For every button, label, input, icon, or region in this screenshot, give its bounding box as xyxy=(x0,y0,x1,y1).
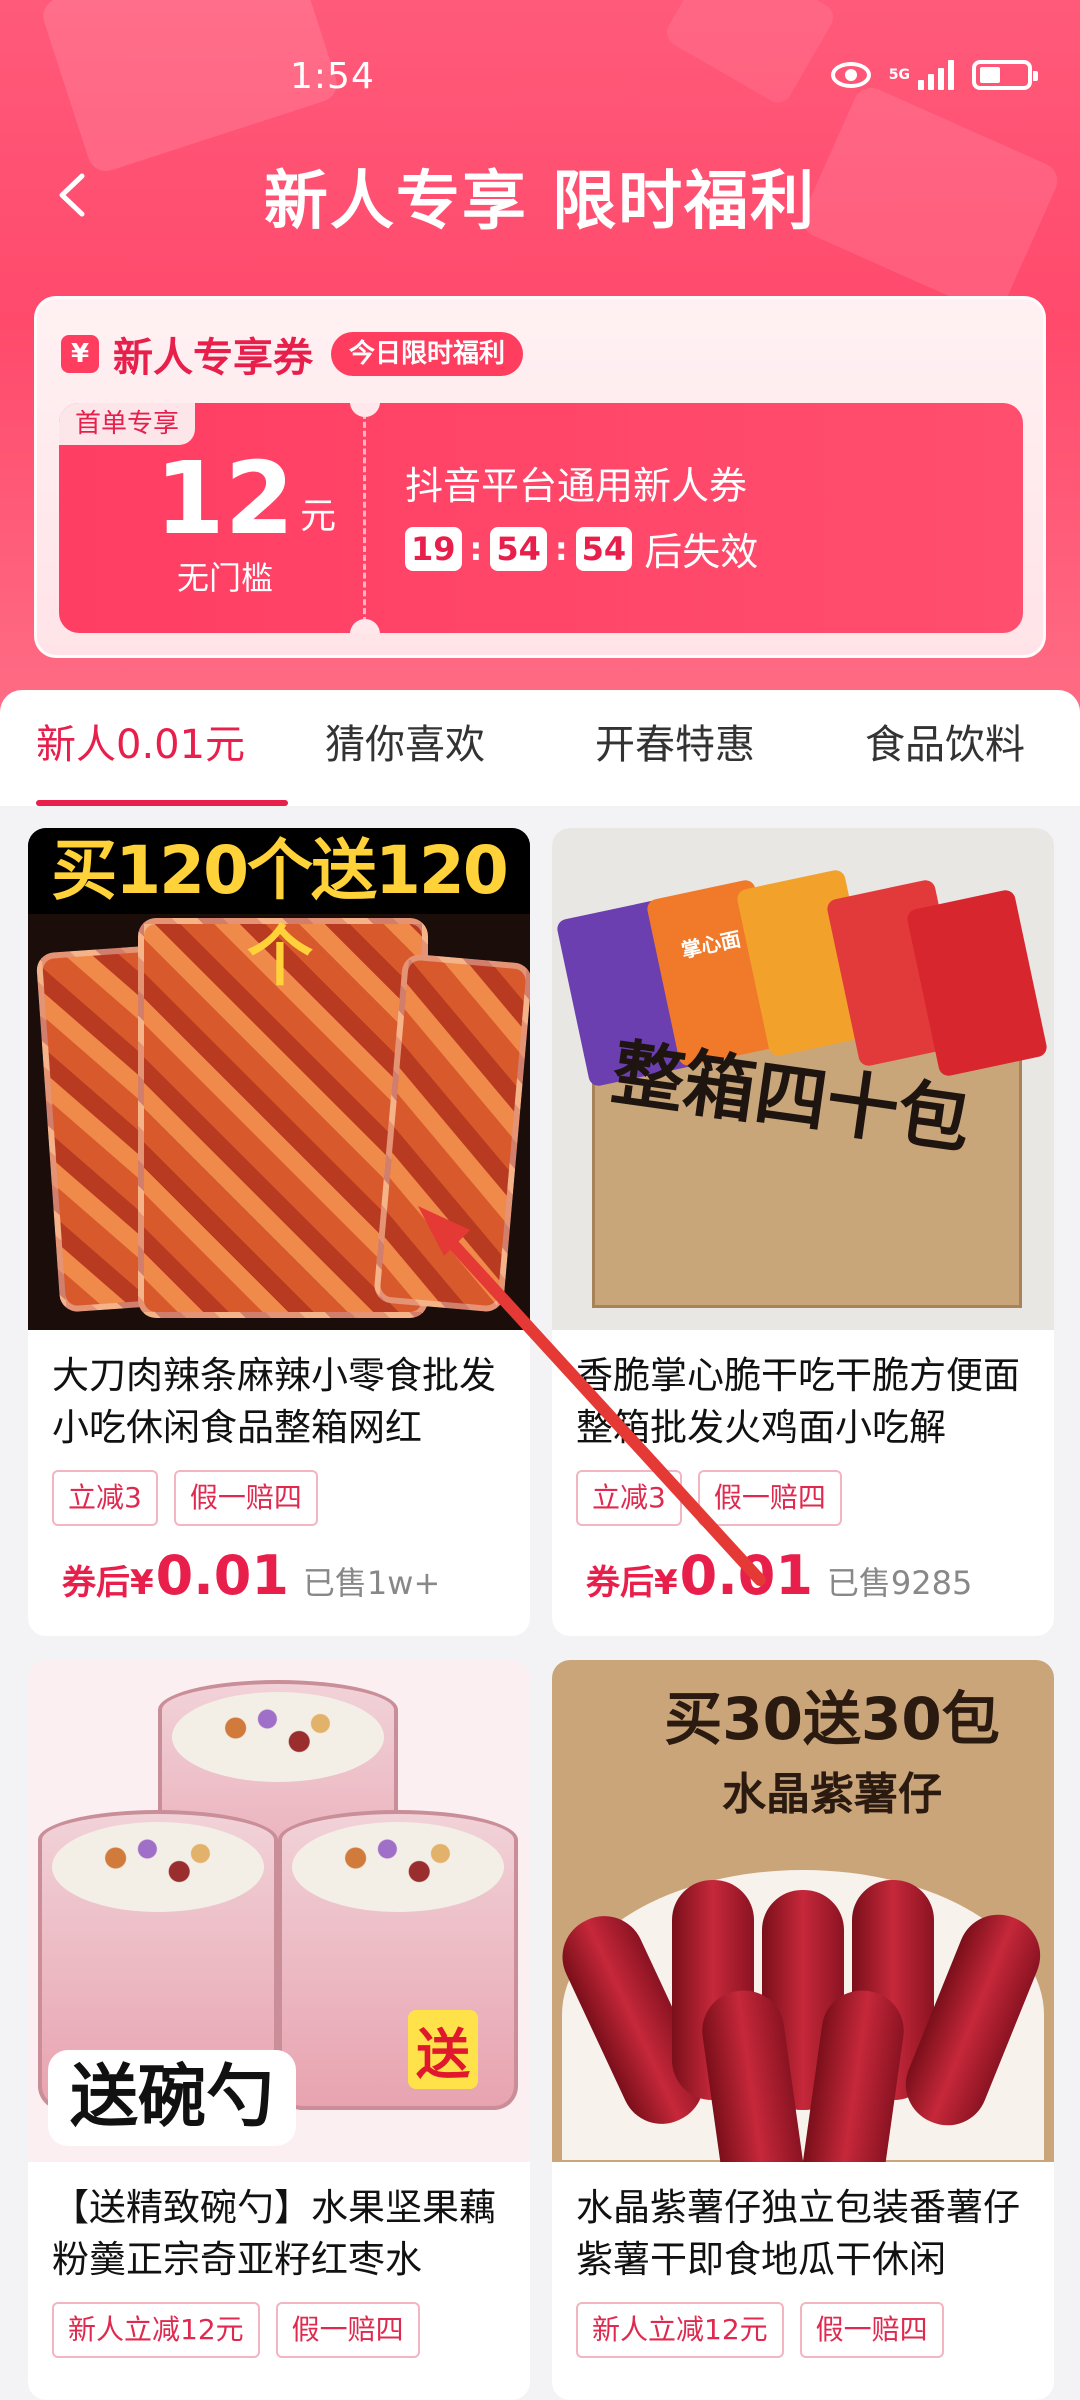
price-row: 券后¥ 0.01 已售1w+ xyxy=(28,1526,530,1607)
tab-food-drinks[interactable]: 食品饮料 xyxy=(810,690,1080,806)
guarantee-tag: 假一赔四 xyxy=(173,1470,318,1526)
discount-tag: 新人立减12元 xyxy=(576,2302,784,2358)
coupon-body: 首单专享 12 元 无门槛 抖音平台通用新人券 19 : 54 : 54 后失效 xyxy=(59,403,1023,633)
coupon-countdown: 19 : 54 : 54 后失效 xyxy=(405,521,758,576)
price-prefix: 券后¥ xyxy=(62,1563,154,1603)
countdown-seconds: 54 xyxy=(575,526,633,571)
eye-icon xyxy=(830,62,871,88)
product-tags: 立减3 假一赔四 xyxy=(28,1454,530,1526)
price-value: 0.01 xyxy=(155,1544,289,1607)
product-image-text-2: 水晶紫薯仔 xyxy=(722,1769,942,1820)
coupon-divider xyxy=(363,413,366,623)
product-card[interactable]: 买30送30包 水晶紫薯仔 水晶紫薯仔独立包装番薯仔紫薯干即食地瓜干休闲 新人立… xyxy=(552,1660,1054,2400)
product-title[interactable]: 香脆掌心脆干吃干脆方便面整箱批发火鸡面小吃解 xyxy=(552,1330,1054,1454)
tab-new-user[interactable]: 新人0.01元起 xyxy=(0,690,288,878)
product-title[interactable]: 水晶紫薯仔独立包装番薯仔紫薯干即食地瓜干休闲 xyxy=(552,2162,1054,2286)
product-image[interactable]: 送碗勺 送 xyxy=(28,1660,530,2162)
status-bar: 1:54 5G xyxy=(0,40,1080,120)
product-image[interactable]: 买120个送120个 xyxy=(28,828,530,1330)
discount-tag: 立减3 xyxy=(576,1470,682,1526)
product-title[interactable]: 大刀肉辣条麻辣小零食批发小吃休闲食品整箱网红 xyxy=(28,1330,530,1454)
product-image-header: 买30送30包 水晶紫薯仔 xyxy=(622,1672,1042,1822)
price-prefix: 券后¥ xyxy=(586,1563,678,1603)
category-tabs: 新人0.01元起 猜你喜欢 开春特惠 食品饮料 xyxy=(0,690,1080,878)
product-image[interactable]: 掌心面 整箱四十包 xyxy=(552,828,1054,1330)
coupon-header: ¥ 新人专享券 今日限时福利 xyxy=(61,325,524,383)
tab-guess-you-like[interactable]: 猜你喜欢 xyxy=(270,690,540,806)
coupon-title: 新人专享券 xyxy=(113,335,313,381)
countdown-hours: 19 xyxy=(405,526,462,571)
product-image-text: 送碗勺 xyxy=(48,2050,297,2146)
page-title: 新人专享 限时福利 xyxy=(263,165,817,239)
coupon-notch xyxy=(350,403,380,417)
coupon-amount-value: 12 xyxy=(155,440,295,557)
coupon-amount: 12 元 xyxy=(155,449,336,549)
product-card[interactable]: 掌心面 整箱四十包 香脆掌心脆干吃干脆方便面整箱批发火鸡面小吃解 立减3 假一赔… xyxy=(552,828,1054,1636)
product-tags: 新人立减12元 假一赔四 xyxy=(28,2286,530,2358)
product-tags: 新人立减12元 假一赔四 xyxy=(552,2286,1054,2358)
status-time: 1:54 xyxy=(290,56,375,97)
coupon-condition: 无门槛 xyxy=(176,559,273,597)
sold-count: 已售1w+ xyxy=(302,1564,441,1602)
coupon-name: 抖音平台通用新人券 xyxy=(405,464,748,508)
product-image[interactable]: 买30送30包 水晶紫薯仔 xyxy=(552,1660,1054,2162)
product-tags: 立减3 假一赔四 xyxy=(552,1454,1054,1526)
network-label: 5G xyxy=(888,67,910,83)
coupon-limited-tag: 今日限时福利 xyxy=(331,332,524,376)
guarantee-tag: 假一赔四 xyxy=(697,1470,842,1526)
signal-icon xyxy=(918,60,954,90)
price-value: 0.01 xyxy=(679,1544,813,1607)
coupon-amount-unit: 元 xyxy=(300,496,337,537)
product-title[interactable]: 【送精致碗勺】水果坚果藕粉羹正宗奇亚籽红枣水 xyxy=(28,2162,530,2286)
guarantee-tag: 假一赔四 xyxy=(799,2302,944,2358)
price-row: 券后¥ 0.01 已售9285 xyxy=(552,1526,1054,1607)
product-can xyxy=(278,1810,518,2110)
product-image-text-2: 送 xyxy=(408,2010,478,2089)
new-user-coupon-card[interactable]: ¥ 新人专享券 今日限时福利 首单专享 12 元 无门槛 抖音平台通用新人券 1… xyxy=(34,296,1046,658)
product-card[interactable]: 送碗勺 送 【送精致碗勺】水果坚果藕粉羹正宗奇亚籽红枣水 新人立减12元 假一赔… xyxy=(28,1660,530,2400)
status-icons: 5G xyxy=(830,60,1038,90)
battery-icon xyxy=(972,60,1038,90)
discount-tag: 新人立减12元 xyxy=(52,2302,260,2358)
countdown-minutes: 54 xyxy=(490,526,547,571)
header-banner: 1:54 5G 新人专享 限时福利 ¥ 新人专享券 今日限时福利 首单专享 12… xyxy=(0,0,1080,720)
nav-bar: 新人专享 限时福利 xyxy=(0,140,1080,250)
discount-tag: 立减3 xyxy=(52,1470,158,1526)
coupon-notch xyxy=(350,619,380,633)
countdown-suffix: 后失效 xyxy=(644,530,759,574)
guarantee-tag: 假一赔四 xyxy=(275,2302,420,2358)
first-order-tag: 首单专享 xyxy=(59,403,196,445)
coupon-yen-icon: ¥ xyxy=(61,335,99,373)
product-card[interactable]: 买120个送120个 大刀肉辣条麻辣小零食批发小吃休闲食品整箱网红 立减3 假一… xyxy=(28,828,530,1636)
sold-count: 已售9285 xyxy=(826,1564,973,1602)
product-image-banner: 买120个送120个 xyxy=(28,828,530,995)
product-image-text: 买30送30包 xyxy=(664,1685,1000,1753)
tab-spring-deals[interactable]: 开春特惠 xyxy=(540,690,810,806)
